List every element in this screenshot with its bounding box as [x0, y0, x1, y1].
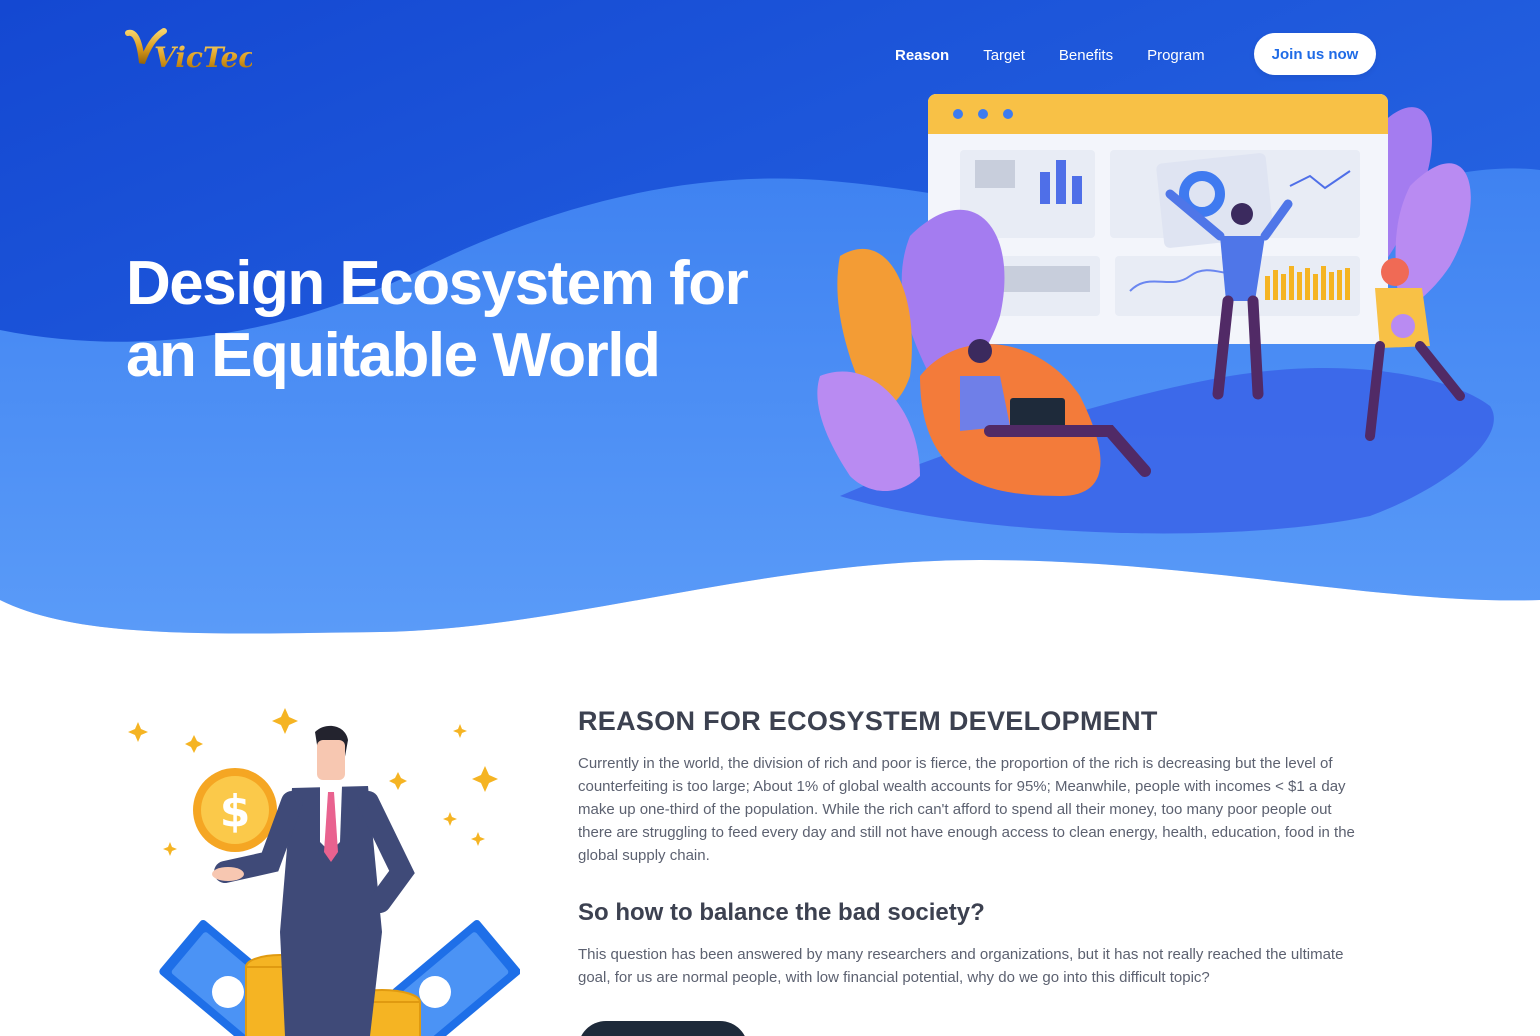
hero-title-line-1: Design Ecosystem for	[126, 249, 749, 318]
reason-paragraph-1: Currently in the world, the division of …	[578, 755, 1355, 864]
nav-link-target[interactable]: Target	[983, 47, 1025, 64]
join-us-button[interactable]: Join us now	[1254, 33, 1376, 75]
nav-link-program[interactable]: Program	[1147, 47, 1205, 64]
balance-subheading: So how to balance the bad society?	[578, 899, 985, 926]
victechco-logo[interactable]: VicTechco	[124, 25, 252, 83]
hero-section: VicTechco Reason Target Benefits Program…	[0, 0, 1540, 640]
nav-links: Reason Target Benefits Program	[895, 33, 1239, 77]
top-navigation: VicTechco Reason Target Benefits Program…	[0, 28, 1540, 77]
hero-title: Design Ecosystem for an Equitable World	[126, 248, 766, 392]
reason-section: $ REASON FOR ECOSYSTEM DEVELOPMENT Curre…	[0, 640, 1540, 1036]
svg-text:$: $	[220, 786, 251, 837]
read-more-button[interactable]	[578, 1021, 748, 1036]
reason-text-column: REASON FOR ECOSYSTEM DEVELOPMENT Current…	[578, 706, 1368, 989]
nav-link-benefits[interactable]: Benefits	[1059, 47, 1113, 64]
nav-link-reason[interactable]: Reason	[895, 47, 949, 64]
businessman-money-illustration: $	[128, 708, 520, 1036]
svg-text:VicTechco: VicTechco	[154, 41, 252, 74]
hero-title-line-2: an Equitable World	[126, 321, 661, 390]
dashboard-team-illustration	[817, 94, 1494, 534]
reason-paragraph-2: This question has been answered by many …	[578, 946, 1344, 986]
reason-heading: REASON FOR ECOSYSTEM DEVELOPMENT	[578, 706, 1158, 736]
dollar-coin-icon: $	[193, 768, 277, 852]
